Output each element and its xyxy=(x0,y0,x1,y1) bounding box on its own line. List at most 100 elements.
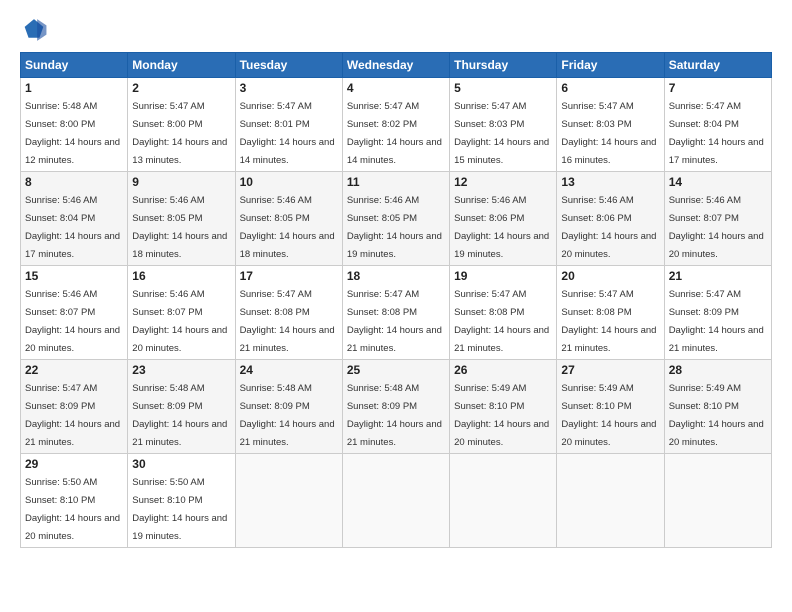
day-number: 6 xyxy=(561,81,659,95)
calendar-week-row: 15 Sunrise: 5:46 AMSunset: 8:07 PMDaylig… xyxy=(21,266,772,360)
day-number: 1 xyxy=(25,81,123,95)
day-info: Sunrise: 5:46 AMSunset: 8:04 PMDaylight:… xyxy=(25,195,120,260)
day-info: Sunrise: 5:47 AMSunset: 8:03 PMDaylight:… xyxy=(561,101,656,166)
day-info: Sunrise: 5:49 AMSunset: 8:10 PMDaylight:… xyxy=(669,383,764,448)
day-number: 16 xyxy=(132,269,230,283)
day-number: 20 xyxy=(561,269,659,283)
day-number: 28 xyxy=(669,363,767,377)
day-info: Sunrise: 5:47 AMSunset: 8:08 PMDaylight:… xyxy=(347,289,442,354)
day-info: Sunrise: 5:47 AMSunset: 8:08 PMDaylight:… xyxy=(454,289,549,354)
calendar-cell: 21 Sunrise: 5:47 AMSunset: 8:09 PMDaylig… xyxy=(664,266,771,360)
calendar-cell: 12 Sunrise: 5:46 AMSunset: 8:06 PMDaylig… xyxy=(450,172,557,266)
day-number: 22 xyxy=(25,363,123,377)
calendar-header-tuesday: Tuesday xyxy=(235,53,342,78)
day-info: Sunrise: 5:46 AMSunset: 8:07 PMDaylight:… xyxy=(132,289,227,354)
day-number: 2 xyxy=(132,81,230,95)
day-number: 13 xyxy=(561,175,659,189)
day-info: Sunrise: 5:47 AMSunset: 8:00 PMDaylight:… xyxy=(132,101,227,166)
calendar-cell: 28 Sunrise: 5:49 AMSunset: 8:10 PMDaylig… xyxy=(664,360,771,454)
day-number: 23 xyxy=(132,363,230,377)
calendar-cell: 18 Sunrise: 5:47 AMSunset: 8:08 PMDaylig… xyxy=(342,266,449,360)
day-number: 7 xyxy=(669,81,767,95)
day-number: 19 xyxy=(454,269,552,283)
day-number: 30 xyxy=(132,457,230,471)
day-info: Sunrise: 5:48 AMSunset: 8:00 PMDaylight:… xyxy=(25,101,120,166)
day-info: Sunrise: 5:46 AMSunset: 8:05 PMDaylight:… xyxy=(132,195,227,260)
day-number: 21 xyxy=(669,269,767,283)
day-info: Sunrise: 5:48 AMSunset: 8:09 PMDaylight:… xyxy=(240,383,335,448)
calendar-cell: 13 Sunrise: 5:46 AMSunset: 8:06 PMDaylig… xyxy=(557,172,664,266)
day-number: 29 xyxy=(25,457,123,471)
calendar-cell: 8 Sunrise: 5:46 AMSunset: 8:04 PMDayligh… xyxy=(21,172,128,266)
calendar-cell: 11 Sunrise: 5:46 AMSunset: 8:05 PMDaylig… xyxy=(342,172,449,266)
calendar-cell xyxy=(450,454,557,548)
calendar-cell: 22 Sunrise: 5:47 AMSunset: 8:09 PMDaylig… xyxy=(21,360,128,454)
day-info: Sunrise: 5:46 AMSunset: 8:06 PMDaylight:… xyxy=(561,195,656,260)
calendar-cell: 3 Sunrise: 5:47 AMSunset: 8:01 PMDayligh… xyxy=(235,78,342,172)
calendar-header-saturday: Saturday xyxy=(664,53,771,78)
day-number: 3 xyxy=(240,81,338,95)
calendar-cell: 1 Sunrise: 5:48 AMSunset: 8:00 PMDayligh… xyxy=(21,78,128,172)
calendar-header-sunday: Sunday xyxy=(21,53,128,78)
day-info: Sunrise: 5:47 AMSunset: 8:01 PMDaylight:… xyxy=(240,101,335,166)
day-number: 25 xyxy=(347,363,445,377)
calendar-cell xyxy=(235,454,342,548)
calendar-header-wednesday: Wednesday xyxy=(342,53,449,78)
day-number: 15 xyxy=(25,269,123,283)
day-info: Sunrise: 5:46 AMSunset: 8:07 PMDaylight:… xyxy=(25,289,120,354)
day-info: Sunrise: 5:47 AMSunset: 8:09 PMDaylight:… xyxy=(25,383,120,448)
calendar-cell: 6 Sunrise: 5:47 AMSunset: 8:03 PMDayligh… xyxy=(557,78,664,172)
calendar-cell: 25 Sunrise: 5:48 AMSunset: 8:09 PMDaylig… xyxy=(342,360,449,454)
logo xyxy=(20,16,52,44)
day-info: Sunrise: 5:46 AMSunset: 8:05 PMDaylight:… xyxy=(347,195,442,260)
calendar-cell xyxy=(557,454,664,548)
calendar-cell: 23 Sunrise: 5:48 AMSunset: 8:09 PMDaylig… xyxy=(128,360,235,454)
calendar-cell: 9 Sunrise: 5:46 AMSunset: 8:05 PMDayligh… xyxy=(128,172,235,266)
day-number: 10 xyxy=(240,175,338,189)
calendar-cell: 20 Sunrise: 5:47 AMSunset: 8:08 PMDaylig… xyxy=(557,266,664,360)
day-number: 8 xyxy=(25,175,123,189)
day-info: Sunrise: 5:48 AMSunset: 8:09 PMDaylight:… xyxy=(132,383,227,448)
day-info: Sunrise: 5:50 AMSunset: 8:10 PMDaylight:… xyxy=(132,477,227,542)
calendar-cell: 26 Sunrise: 5:49 AMSunset: 8:10 PMDaylig… xyxy=(450,360,557,454)
day-info: Sunrise: 5:46 AMSunset: 8:05 PMDaylight:… xyxy=(240,195,335,260)
calendar-header-friday: Friday xyxy=(557,53,664,78)
calendar-cell: 5 Sunrise: 5:47 AMSunset: 8:03 PMDayligh… xyxy=(450,78,557,172)
calendar-cell: 29 Sunrise: 5:50 AMSunset: 8:10 PMDaylig… xyxy=(21,454,128,548)
day-info: Sunrise: 5:49 AMSunset: 8:10 PMDaylight:… xyxy=(454,383,549,448)
calendar-cell: 15 Sunrise: 5:46 AMSunset: 8:07 PMDaylig… xyxy=(21,266,128,360)
calendar-cell: 30 Sunrise: 5:50 AMSunset: 8:10 PMDaylig… xyxy=(128,454,235,548)
calendar-cell: 2 Sunrise: 5:47 AMSunset: 8:00 PMDayligh… xyxy=(128,78,235,172)
day-number: 4 xyxy=(347,81,445,95)
day-info: Sunrise: 5:47 AMSunset: 8:04 PMDaylight:… xyxy=(669,101,764,166)
day-info: Sunrise: 5:47 AMSunset: 8:09 PMDaylight:… xyxy=(669,289,764,354)
calendar-header-thursday: Thursday xyxy=(450,53,557,78)
day-info: Sunrise: 5:50 AMSunset: 8:10 PMDaylight:… xyxy=(25,477,120,542)
calendar-week-row: 1 Sunrise: 5:48 AMSunset: 8:00 PMDayligh… xyxy=(21,78,772,172)
day-number: 27 xyxy=(561,363,659,377)
page: SundayMondayTuesdayWednesdayThursdayFrid… xyxy=(0,0,792,612)
day-info: Sunrise: 5:46 AMSunset: 8:06 PMDaylight:… xyxy=(454,195,549,260)
day-info: Sunrise: 5:49 AMSunset: 8:10 PMDaylight:… xyxy=(561,383,656,448)
day-info: Sunrise: 5:47 AMSunset: 8:08 PMDaylight:… xyxy=(240,289,335,354)
day-number: 24 xyxy=(240,363,338,377)
calendar-header-row: SundayMondayTuesdayWednesdayThursdayFrid… xyxy=(21,53,772,78)
calendar-table: SundayMondayTuesdayWednesdayThursdayFrid… xyxy=(20,52,772,548)
calendar-week-row: 8 Sunrise: 5:46 AMSunset: 8:04 PMDayligh… xyxy=(21,172,772,266)
calendar-cell: 27 Sunrise: 5:49 AMSunset: 8:10 PMDaylig… xyxy=(557,360,664,454)
day-number: 11 xyxy=(347,175,445,189)
logo-icon xyxy=(20,16,48,44)
day-number: 5 xyxy=(454,81,552,95)
calendar-cell: 16 Sunrise: 5:46 AMSunset: 8:07 PMDaylig… xyxy=(128,266,235,360)
calendar-cell: 17 Sunrise: 5:47 AMSunset: 8:08 PMDaylig… xyxy=(235,266,342,360)
calendar-cell xyxy=(342,454,449,548)
calendar-cell: 7 Sunrise: 5:47 AMSunset: 8:04 PMDayligh… xyxy=(664,78,771,172)
calendar-header-monday: Monday xyxy=(128,53,235,78)
calendar-week-row: 22 Sunrise: 5:47 AMSunset: 8:09 PMDaylig… xyxy=(21,360,772,454)
day-number: 18 xyxy=(347,269,445,283)
calendar-cell xyxy=(664,454,771,548)
day-number: 17 xyxy=(240,269,338,283)
day-number: 14 xyxy=(669,175,767,189)
header xyxy=(20,16,772,44)
calendar-cell: 24 Sunrise: 5:48 AMSunset: 8:09 PMDaylig… xyxy=(235,360,342,454)
